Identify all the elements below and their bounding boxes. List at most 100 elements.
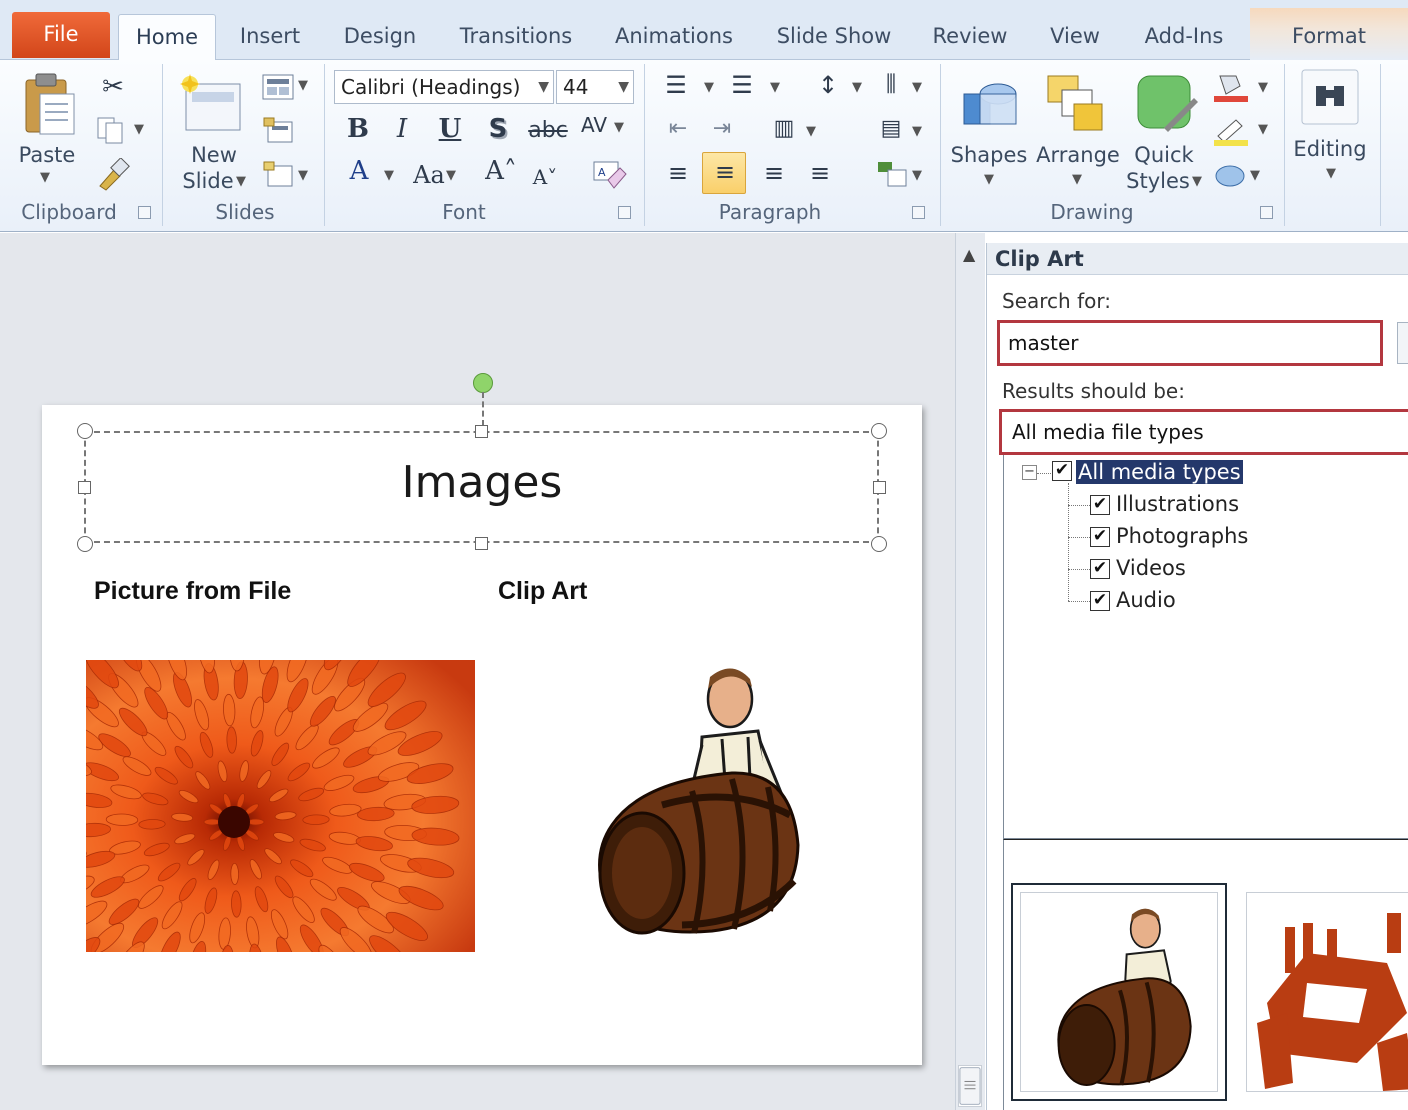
quick-styles-dropdown-arrow-icon[interactable]: ▼ [1192,174,1202,189]
numbering-dropdown-arrow-icon[interactable]: ▼ [770,80,780,95]
change-case-dropdown-arrow-icon[interactable]: ▼ [446,168,456,183]
shapes-icon[interactable] [958,72,1022,136]
resize-handle-bottom-right[interactable] [871,536,887,552]
search-input[interactable] [997,320,1383,366]
shape-effects-dropdown-arrow-icon[interactable]: ▼ [1250,168,1260,183]
quick-styles-icon[interactable] [1134,72,1198,136]
clear-formatting-icon[interactable]: A [590,160,630,192]
bullets-dropdown-arrow-icon[interactable]: ▼ [704,80,714,95]
scroll-thumb[interactable] [958,1065,982,1107]
resize-handle-bottom-left[interactable] [77,536,93,552]
binoculars-icon[interactable] [1300,68,1360,126]
line-spacing-icon[interactable]: ↕ [812,70,844,100]
flower-photo[interactable] [86,660,475,952]
align-left-icon[interactable]: ≡ [662,158,694,188]
shape-effects-icon[interactable] [1212,160,1250,190]
tab-format[interactable]: Format [1250,8,1408,60]
font-launcher-icon[interactable] [618,206,631,219]
tree-item-all-media-types[interactable]: All media types [1076,458,1243,486]
result-thumbnail-barrel-man[interactable] [1011,883,1227,1101]
shrink-font-icon[interactable]: A˅ [530,162,560,192]
bullets-icon[interactable]: ☰ [660,70,692,100]
align-text-dropdown-arrow-icon[interactable]: ▼ [912,124,922,139]
arrange-button[interactable]: Arrange [1034,142,1122,168]
checkbox-photographs[interactable]: ✔ [1090,527,1110,547]
copy-icon[interactable] [96,116,130,144]
shadow-icon[interactable]: S [484,114,512,144]
arrange-icon[interactable] [1044,72,1108,136]
font-family-select[interactable]: Calibri (Headings) ▼ [334,70,554,104]
resize-handle-top[interactable] [475,425,488,438]
shapes-button[interactable]: Shapes [950,142,1028,168]
font-size-select[interactable]: 44 ▼ [556,70,634,104]
columns-dropdown-arrow-icon[interactable]: ▼ [806,124,816,139]
tab-view[interactable]: View [1036,14,1114,60]
checkbox-audio[interactable]: ✔ [1090,591,1110,611]
tab-home[interactable]: Home [118,14,216,61]
bold-icon[interactable]: B [344,114,372,144]
barrel-man-clipart[interactable] [582,645,802,945]
result-thumbnail-dining-room[interactable] [1246,892,1408,1092]
tab-slide-show[interactable]: Slide Show [764,14,904,60]
new-slide-button[interactable]: Slide [176,168,240,194]
checkbox-videos[interactable]: ✔ [1090,559,1110,579]
tree-item-audio[interactable]: Audio [1116,586,1176,614]
character-spacing-dropdown-arrow-icon[interactable]: ▼ [614,120,624,135]
tree-item-videos[interactable]: Videos [1116,554,1186,582]
paste-icon[interactable] [22,70,78,138]
columns-icon[interactable]: ▥ [768,114,800,144]
checkbox-all-media[interactable]: ✔ [1052,461,1072,481]
numbering-icon[interactable]: ☰ [726,70,758,100]
italic-icon[interactable]: I [388,114,416,144]
slide-canvas[interactable]: Images Picture from File Clip Art [42,373,922,1065]
resize-handle-bottom[interactable] [475,537,488,550]
tab-design[interactable]: Design [332,14,428,60]
new-slide-dropdown-arrow-icon[interactable]: ▼ [236,174,246,189]
format-painter-icon[interactable] [94,158,130,192]
tab-insert[interactable]: Insert [228,14,312,60]
align-text-icon[interactable]: ▤ [874,114,908,144]
cut-icon[interactable]: ✂ [98,72,128,102]
tab-review[interactable]: Review [922,14,1018,60]
new-slide-label[interactable]: New [176,142,252,168]
quick-styles-label[interactable]: Quick [1128,142,1200,168]
font-color-dropdown-arrow-icon[interactable]: ▼ [384,168,394,183]
checkbox-illustrations[interactable]: ✔ [1090,495,1110,515]
character-spacing-icon[interactable]: AV [576,110,612,140]
drawing-launcher-icon[interactable] [1260,206,1273,219]
convert-to-smartart-icon[interactable] [876,158,910,190]
editing-dropdown-arrow-icon[interactable]: ▼ [1326,166,1336,181]
tab-file[interactable]: File [12,12,110,58]
align-center-button[interactable]: ≡ [702,152,746,194]
tab-add-ins[interactable]: Add-Ins [1132,14,1236,60]
resize-handle-top-left[interactable] [77,423,93,439]
resize-handle-top-right[interactable] [871,423,887,439]
editing-button[interactable]: Editing [1290,136,1370,162]
media-type-select[interactable]: All media file types [999,409,1408,455]
shape-fill-dropdown-arrow-icon[interactable]: ▼ [1258,80,1268,95]
align-right-icon[interactable]: ≡ [758,158,790,188]
shape-outline-dropdown-arrow-icon[interactable]: ▼ [1258,122,1268,137]
line-spacing-dropdown-arrow-icon[interactable]: ▼ [852,80,862,95]
section-icon[interactable] [262,160,294,188]
underline-icon[interactable]: U [436,114,464,144]
shapes-dropdown-arrow-icon[interactable]: ▼ [984,172,994,187]
slide-vertical-scrollbar[interactable]: ▲ [955,233,985,1110]
smartart-dropdown-arrow-icon[interactable]: ▼ [912,168,922,183]
clipboard-launcher-icon[interactable] [138,206,151,219]
copy-dropdown-arrow-icon[interactable]: ▼ [134,122,144,137]
strikethrough-icon[interactable]: abc [528,116,568,146]
tab-transitions[interactable]: Transitions [448,14,584,60]
layout-icon[interactable] [262,74,294,100]
collapse-icon[interactable]: − [1022,465,1037,480]
paste-dropdown-arrow-icon[interactable]: ▼ [40,170,50,185]
paste-button[interactable]: Paste [14,142,80,168]
text-direction-icon[interactable]: ⫼ [874,70,908,100]
scroll-up-arrow-icon[interactable]: ▲ [963,245,975,264]
shape-fill-icon[interactable] [1212,72,1250,104]
new-slide-icon[interactable] [178,74,244,134]
section-dropdown-arrow-icon[interactable]: ▼ [298,168,308,183]
reset-slide-icon[interactable] [262,116,294,144]
layout-dropdown-arrow-icon[interactable]: ▼ [298,78,308,93]
go-button[interactable] [1397,322,1408,364]
